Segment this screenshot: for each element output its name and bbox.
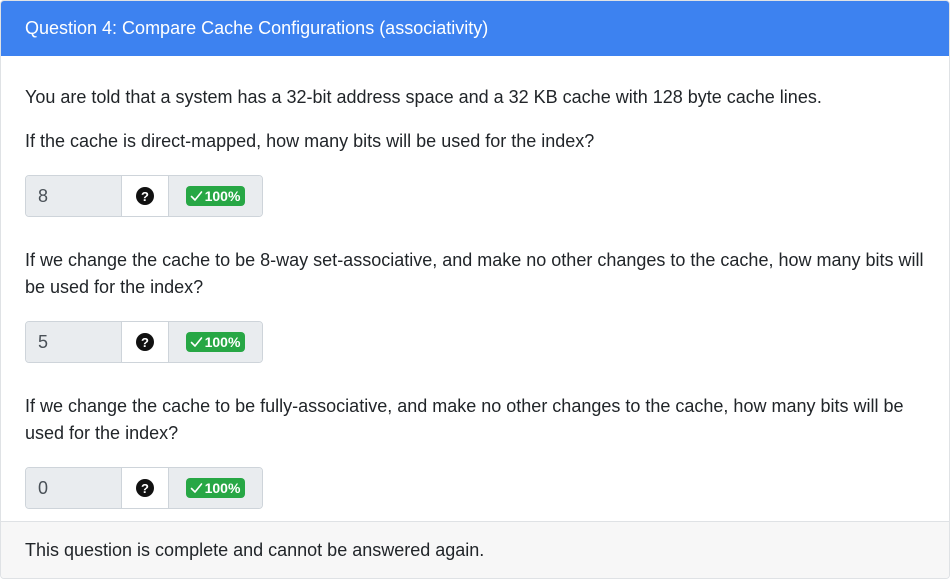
question-circle-icon: ? [136,333,154,351]
check-icon [190,337,202,347]
answer-input-2[interactable]: 5 [26,322,122,362]
score-cell-3: 100% [169,468,262,508]
check-icon [190,483,202,493]
score-cell-2: 100% [169,322,262,362]
sub-question-prompt-2: If we change the cache to be 8-way set-a… [25,250,924,297]
question-footer: This question is complete and cannot be … [1,521,949,578]
score-badge-2: 100% [185,332,246,352]
score-badge-1: 100% [185,186,246,206]
answer-group-1: 8 ? 100% [25,175,263,217]
check-icon [190,191,202,201]
score-value-3: 100% [204,480,241,496]
help-button-1[interactable]: ? [122,176,169,216]
question-circle-icon: ? [136,187,154,205]
question-body: You are told that a system has a 32-bit … [1,56,949,509]
sub-question-prompt-1: If the cache is direct-mapped, how many … [25,131,595,151]
question-circle-icon: ? [136,479,154,497]
question-intro: You are told that a system has a 32-bit … [25,87,822,107]
answer-input-3[interactable]: 0 [26,468,122,508]
completion-status: This question is complete and cannot be … [25,539,485,560]
score-badge-3: 100% [185,478,246,498]
score-value-2: 100% [204,334,241,350]
sub-question-prompt-3: If we change the cache to be fully-assoc… [25,396,904,443]
score-cell-1: 100% [169,176,262,216]
answer-group-3: 0 ? 100% [25,467,263,509]
question-card: Question 4: Compare Cache Configurations… [0,0,950,579]
question-header: Question 4: Compare Cache Configurations… [1,1,949,56]
help-button-3[interactable]: ? [122,468,169,508]
score-value-1: 100% [204,188,241,204]
question-title: Question 4: Compare Cache Configurations… [25,18,489,38]
help-button-2[interactable]: ? [122,322,169,362]
answer-group-2: 5 ? 100% [25,321,263,363]
answer-input-1[interactable]: 8 [26,176,122,216]
